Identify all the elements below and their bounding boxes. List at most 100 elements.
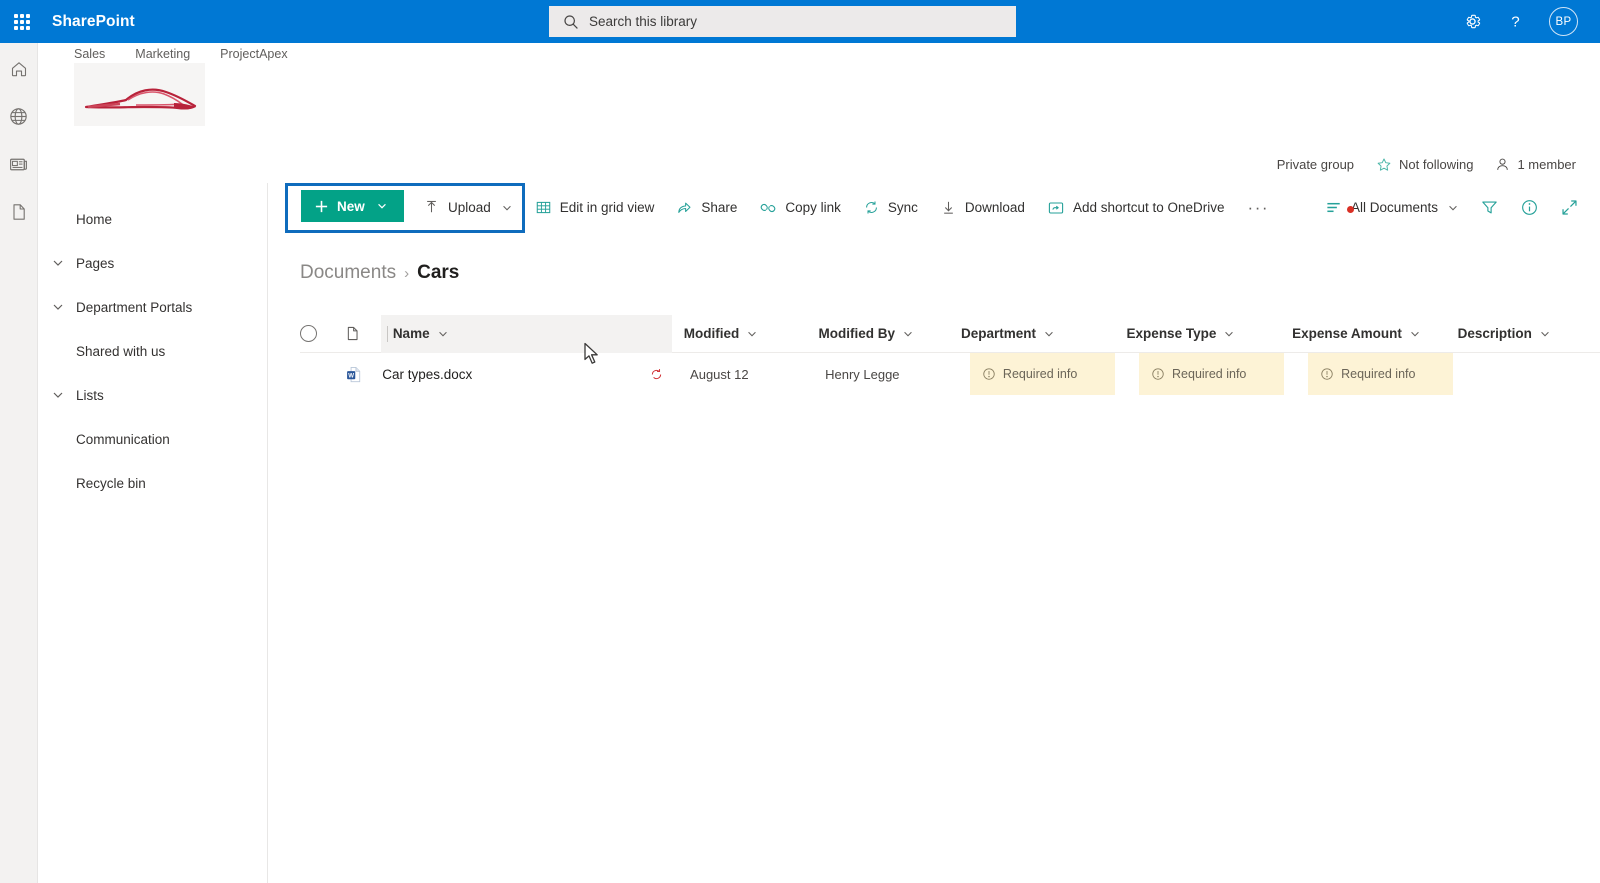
required-info-label: Required info xyxy=(1002,367,1078,381)
column-header-expense-type[interactable]: Expense Type xyxy=(1125,315,1291,353)
row-expense-amount-cell[interactable]: Required info xyxy=(1308,353,1454,395)
svg-text:?: ? xyxy=(1511,13,1519,30)
site-nav-item-projectapex[interactable]: ProjectApex xyxy=(220,47,287,61)
download-icon xyxy=(944,201,953,214)
site-top-nav: Sales Marketing ProjectApex xyxy=(74,47,288,61)
view-label: All Documents xyxy=(1350,200,1438,215)
site-nav-item-sales[interactable]: Sales xyxy=(74,47,105,61)
sidebar-item-recycle-bin[interactable]: Recycle bin xyxy=(38,461,267,505)
sidebar-item-lists[interactable]: Lists xyxy=(38,373,267,417)
person-icon xyxy=(1497,158,1509,170)
onedrive-shortcut-icon xyxy=(1048,201,1064,214)
row-department-cell[interactable]: Required info xyxy=(969,353,1116,395)
required-info-label: Required info xyxy=(1172,367,1247,381)
gear-icon[interactable] xyxy=(1463,12,1482,31)
search-input[interactable] xyxy=(589,14,989,29)
chevron-down-icon[interactable] xyxy=(51,256,65,270)
upload-button[interactable]: Upload xyxy=(412,189,524,227)
link-icon xyxy=(761,203,776,212)
command-bar-items: Upload Edit in grid view Share Copy link… xyxy=(412,183,1281,232)
row-modified-by-cell: Henry Legge xyxy=(825,366,900,382)
row-name-cell[interactable]: Car types.docx xyxy=(382,367,678,382)
copy-link-button[interactable]: Copy link xyxy=(748,189,852,227)
column-label: Expense Amount xyxy=(1292,326,1402,341)
left-navigation: Home Pages Department Portals Shared wit… xyxy=(38,183,268,883)
avatar[interactable]: BP xyxy=(1549,7,1578,36)
column-header-expense-amount[interactable]: Expense Amount xyxy=(1290,315,1456,353)
nav-label: Department Portals xyxy=(76,299,193,315)
group-info-row: Private group Not following 1 member xyxy=(38,146,1600,183)
column-header-description[interactable]: Description xyxy=(1456,315,1600,353)
more-commands-button[interactable]: ··· xyxy=(1236,198,1281,218)
upload-label: Upload xyxy=(448,200,491,215)
new-button[interactable]: New xyxy=(301,190,404,222)
sidebar-item-pages[interactable]: Pages xyxy=(38,241,267,285)
svg-text:W: W xyxy=(348,372,354,379)
breadcrumb-current: Cars xyxy=(417,262,460,283)
edit-in-grid-view-button[interactable]: Edit in grid view xyxy=(524,189,666,227)
document-icon xyxy=(348,326,358,341)
column-label: Expense Type xyxy=(1126,326,1217,341)
column-header-filetype[interactable] xyxy=(344,325,381,342)
table-header-row: Name Modified Modified By Department Exp… xyxy=(300,314,1600,353)
details-info-icon[interactable] xyxy=(1510,189,1548,227)
follow-label: Not following xyxy=(1399,157,1474,172)
expand-icon[interactable] xyxy=(1550,189,1588,227)
nav-label: Communication xyxy=(76,431,170,447)
news-icon[interactable] xyxy=(8,154,29,175)
chevron-down-icon xyxy=(1223,328,1235,340)
search-box[interactable] xyxy=(549,6,1016,37)
suite-bar: SharePoint ? BP xyxy=(0,0,1600,43)
members-button[interactable]: 1 member xyxy=(1495,157,1576,172)
sidebar-item-department-portals[interactable]: Department Portals xyxy=(38,285,267,329)
sidebar-item-home[interactable]: Home xyxy=(38,197,267,241)
filter-icon[interactable] xyxy=(1470,189,1508,227)
warning-circle-icon xyxy=(983,368,995,380)
members-label: 1 member xyxy=(1517,157,1576,172)
view-unsaved-badge xyxy=(1346,206,1354,213)
column-label: Modified xyxy=(683,326,740,341)
circle-icon xyxy=(300,325,317,342)
chevron-down-icon[interactable] xyxy=(51,388,65,402)
chevron-down-icon xyxy=(437,328,449,340)
column-header-name[interactable]: Name xyxy=(380,314,672,353)
command-bar-right: All Documents xyxy=(1316,183,1588,232)
document-icon[interactable] xyxy=(9,202,29,222)
add-shortcut-to-onedrive-button[interactable]: Add shortcut to OneDrive xyxy=(1036,189,1236,227)
chevron-down-icon[interactable] xyxy=(51,300,65,314)
share-button[interactable]: Share xyxy=(665,189,748,227)
table-row[interactable]: W Car types.docx August 12 Henry Legge R… xyxy=(300,353,1600,395)
sidebar-item-communication[interactable]: Communication xyxy=(38,417,267,461)
column-header-modified[interactable]: Modified xyxy=(672,315,817,353)
download-button[interactable]: Download xyxy=(929,189,1036,227)
row-expense-type-cell[interactable]: Required info xyxy=(1139,353,1285,395)
file-name-link[interactable]: Car types.docx xyxy=(382,367,472,382)
site-logo xyxy=(74,63,205,126)
app-launcher-icon[interactable] xyxy=(0,0,44,43)
globe-icon[interactable] xyxy=(8,106,29,127)
required-info-label: Required info xyxy=(1341,367,1416,381)
copy-link-label: Copy link xyxy=(785,200,841,215)
download-label: Download xyxy=(964,200,1025,215)
sensitivity-icon xyxy=(649,367,664,382)
sharepoint-brand-link[interactable]: SharePoint xyxy=(52,13,135,31)
add-shortcut-label: Add shortcut to OneDrive xyxy=(1072,200,1225,215)
nav-label: Recycle bin xyxy=(76,475,146,491)
follow-button[interactable]: Not following xyxy=(1376,157,1473,173)
nav-label: Home xyxy=(76,211,113,227)
star-icon xyxy=(1377,157,1391,171)
home-icon[interactable] xyxy=(9,59,29,79)
breadcrumb-documents[interactable]: Documents xyxy=(300,262,396,284)
chevron-down-icon xyxy=(902,328,914,340)
column-header-department[interactable]: Department xyxy=(959,315,1125,353)
view-selector-button[interactable]: All Documents xyxy=(1316,189,1468,227)
sync-button[interactable]: Sync xyxy=(852,189,929,227)
sync-label: Sync xyxy=(887,200,918,215)
help-icon[interactable]: ? xyxy=(1506,12,1525,31)
site-nav-item-marketing[interactable]: Marketing xyxy=(135,47,190,61)
select-all-checkbox[interactable] xyxy=(300,325,344,342)
column-header-modified-by[interactable]: Modified By xyxy=(817,315,959,353)
share-label: Share xyxy=(701,200,738,215)
sidebar-item-shared-with-us[interactable]: Shared with us xyxy=(38,329,267,373)
warning-circle-icon xyxy=(1152,368,1164,380)
